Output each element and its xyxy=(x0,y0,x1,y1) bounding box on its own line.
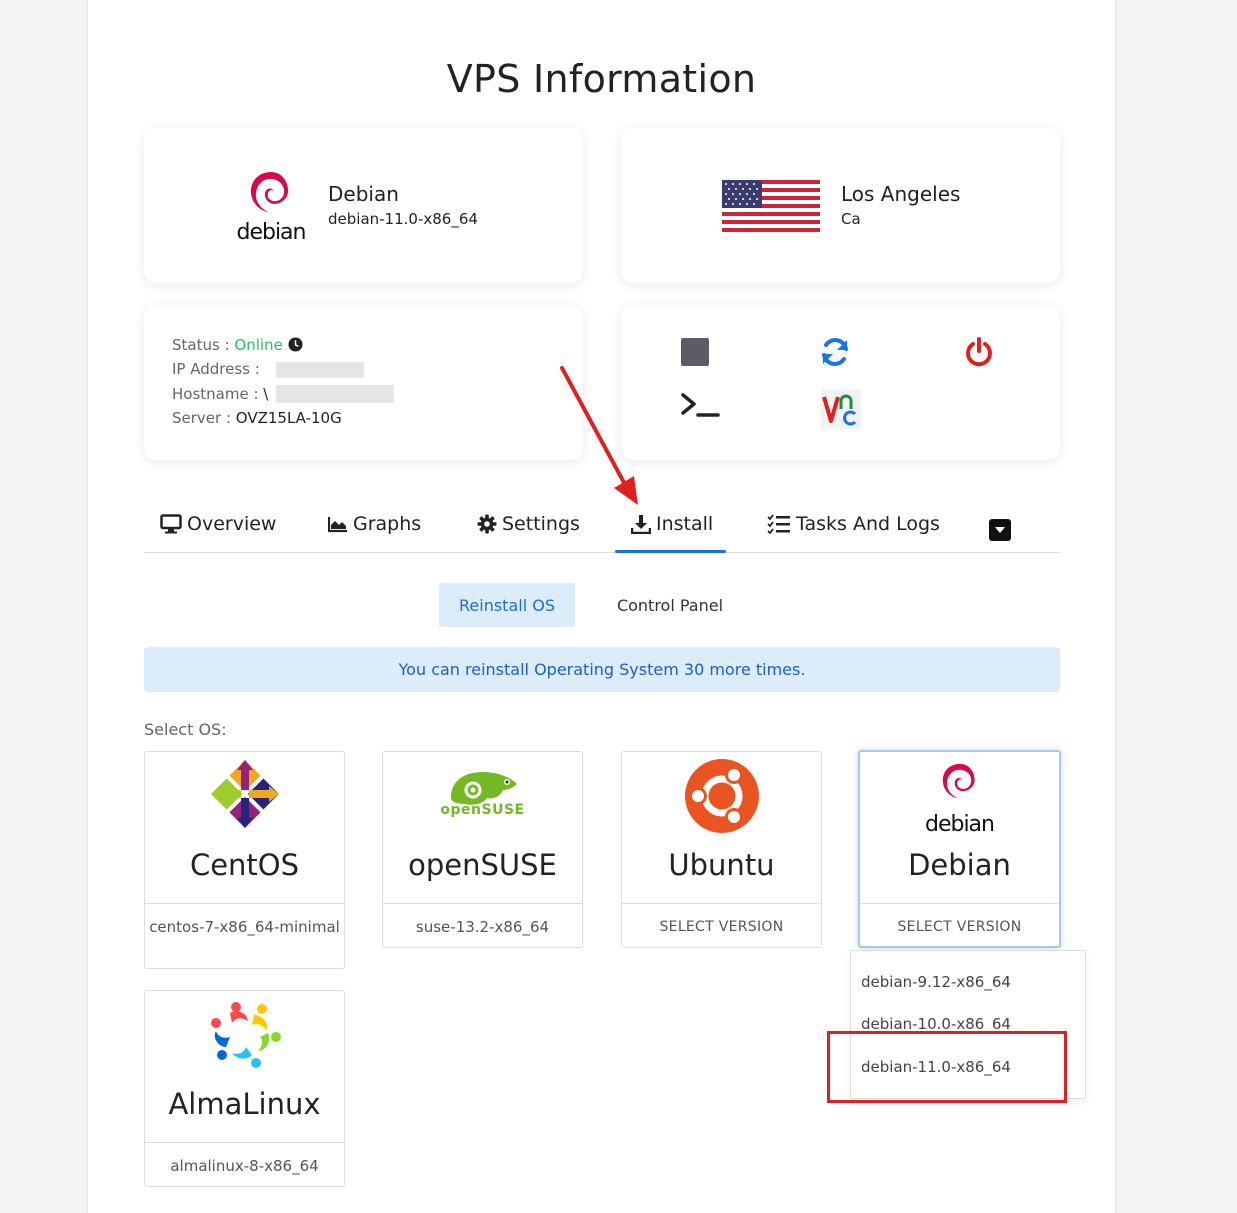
annotation-highlight-box xyxy=(827,1031,1067,1103)
